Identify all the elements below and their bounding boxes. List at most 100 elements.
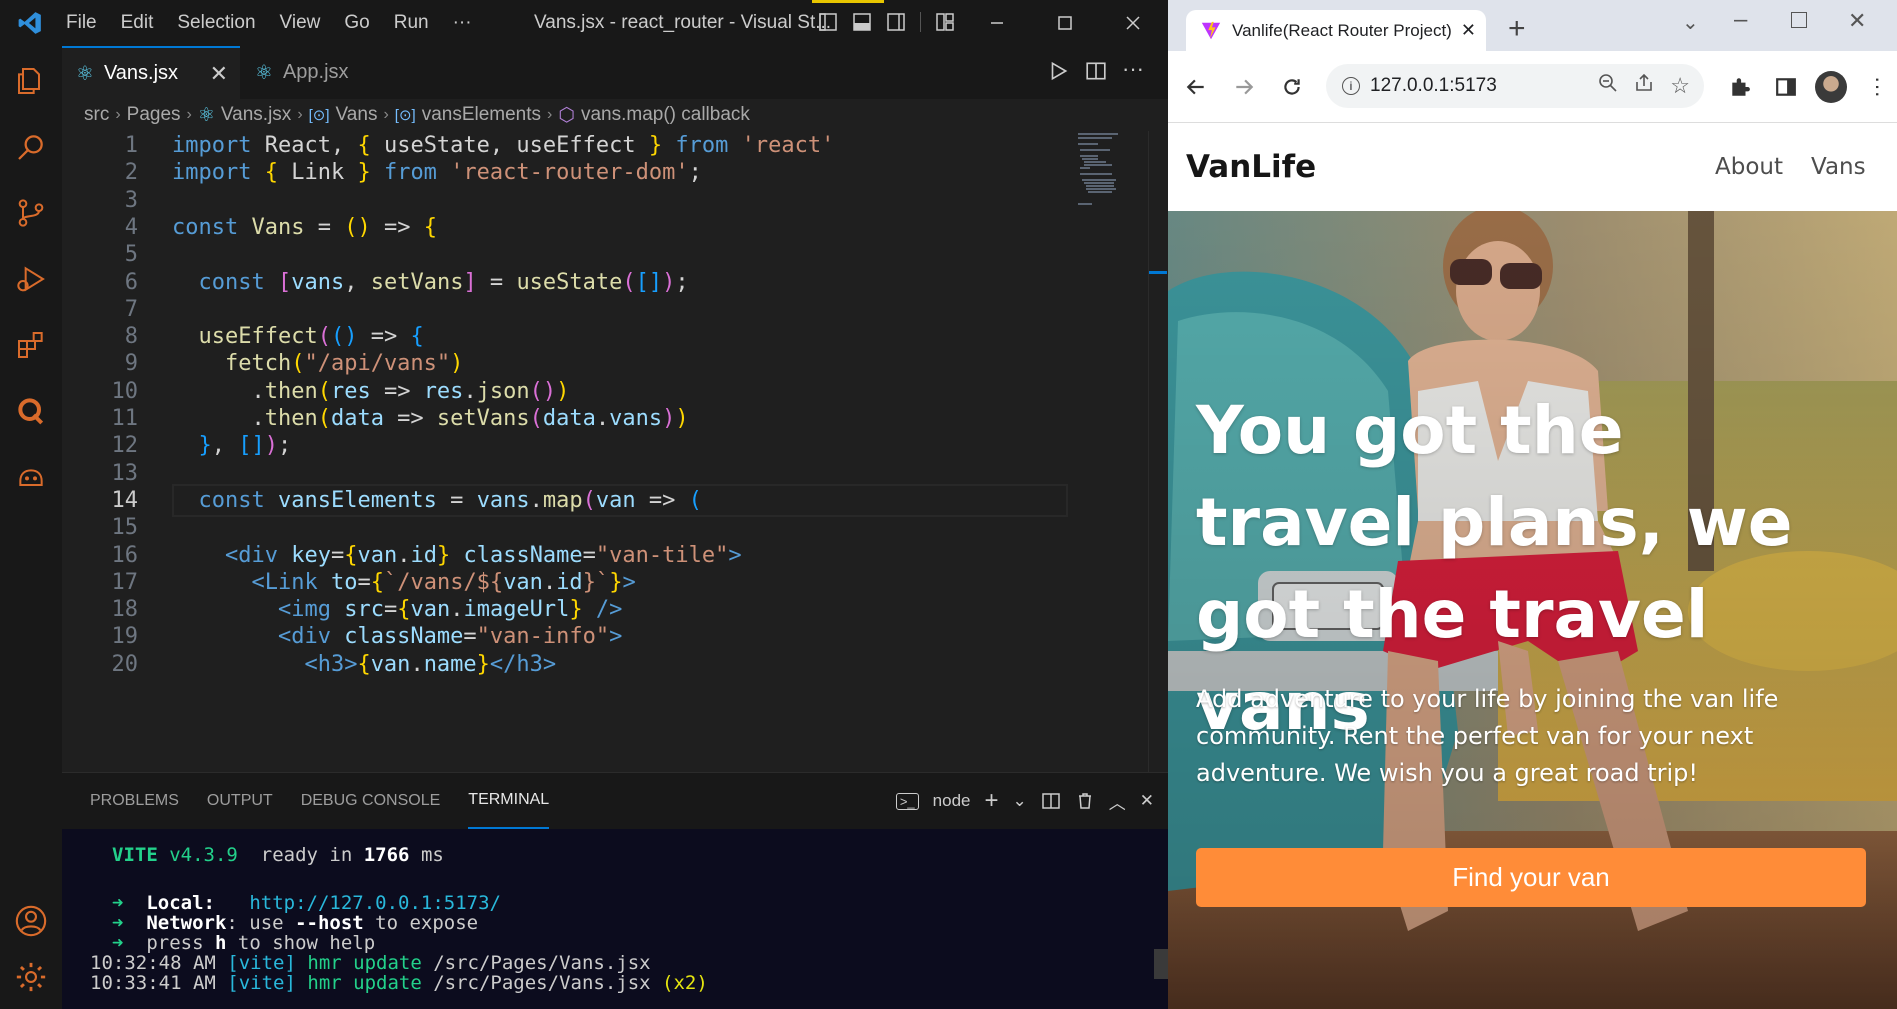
- customize-layout-icon[interactable]: [935, 12, 955, 32]
- browser-tab-title: Vanlife(React Router Project): [1232, 20, 1452, 40]
- browser-tab-vanlife[interactable]: Vanlife(React Router Project) ✕: [1186, 10, 1486, 51]
- menu-item-file[interactable]: File: [54, 0, 109, 46]
- menu-item-run[interactable]: Run: [382, 0, 441, 46]
- copilot-icon[interactable]: [8, 454, 54, 500]
- breadcrumb-item[interactable]: vansElements: [422, 104, 541, 126]
- profile-avatar[interactable]: [1811, 67, 1851, 107]
- settings-gear-icon[interactable]: [8, 954, 54, 1000]
- breadcrumb-item[interactable]: src: [84, 104, 109, 126]
- menu-item-go[interactable]: Go: [332, 0, 381, 46]
- code-token: =>: [370, 378, 424, 404]
- code-token: []: [238, 433, 265, 459]
- find-your-van-button[interactable]: Find your van: [1196, 848, 1866, 907]
- source-control-icon[interactable]: [8, 190, 54, 236]
- variable-icon: [⊙]: [308, 107, 330, 124]
- split-editor-icon[interactable]: [1085, 60, 1107, 87]
- tab-terminal[interactable]: TERMINAL: [468, 773, 550, 829]
- toggle-panel-icon[interactable]: [852, 12, 872, 32]
- tab-vans-jsx[interactable]: ⚛ Vans.jsx ✕: [62, 46, 240, 99]
- breadcrumb-item[interactable]: Pages: [127, 104, 181, 126]
- split-terminal-icon[interactable]: [1041, 791, 1061, 811]
- close-tab-icon[interactable]: ✕: [210, 61, 228, 87]
- search-icon[interactable]: [8, 124, 54, 170]
- bookmark-star-icon[interactable]: ☆: [1670, 73, 1690, 99]
- account-icon[interactable]: [8, 898, 54, 944]
- nav-link-about[interactable]: About: [1715, 154, 1783, 180]
- terminal-shell-label[interactable]: node: [933, 791, 971, 811]
- variable-icon: [⊙]: [394, 107, 416, 124]
- tab-output[interactable]: OUTPUT: [207, 773, 273, 829]
- address-bar[interactable]: i 127.0.0.1:5173 ☆: [1326, 64, 1704, 108]
- code-token: =>: [357, 324, 411, 350]
- chevron-up-icon[interactable]: ︿: [1109, 789, 1126, 814]
- breadcrumb-item[interactable]: vans.map() callback: [581, 104, 750, 126]
- code-token: van: [595, 487, 636, 513]
- share-icon[interactable]: [1634, 73, 1654, 99]
- breadcrumb: src › Pages › ⚛ Vans.jsx › [⊙] Vans › [⊙…: [62, 99, 1168, 131]
- minimize-button[interactable]: –: [1734, 6, 1747, 34]
- code-token: ): [662, 406, 676, 431]
- breadcrumb-item[interactable]: Vans: [336, 104, 378, 126]
- toggle-sidebar-icon[interactable]: [818, 12, 838, 32]
- chevron-down-icon[interactable]: ⌄: [1013, 791, 1027, 811]
- menu-item-edit[interactable]: Edit: [109, 0, 166, 46]
- code-token: }: [635, 133, 663, 158]
- side-panel-icon[interactable]: [1766, 67, 1806, 107]
- code-token: ): [556, 378, 570, 404]
- close-tab-icon[interactable]: ✕: [1461, 20, 1476, 41]
- chrome-menu-icon[interactable]: ···: [1858, 67, 1897, 107]
- terminal[interactable]: VITE v4.3.9 ready in 1766 ms ➜ Local: ht…: [62, 829, 1168, 1009]
- reload-icon[interactable]: [1272, 67, 1312, 107]
- run-debug-icon[interactable]: [8, 256, 54, 302]
- maximize-button[interactable]: [1791, 12, 1807, 28]
- close-window-button[interactable]: [1099, 0, 1167, 46]
- tab-search-icon[interactable]: ⌄: [1682, 10, 1699, 35]
- nav-link-vans[interactable]: Vans: [1811, 154, 1866, 180]
- close-panel-icon[interactable]: ✕: [1140, 791, 1154, 811]
- site-logo[interactable]: VanLife: [1186, 149, 1316, 185]
- breadcrumb-item[interactable]: Vans.jsx: [221, 104, 291, 126]
- minimize-button[interactable]: [963, 0, 1031, 46]
- code-token: 'react-router-dom': [450, 160, 689, 186]
- new-terminal-icon[interactable]: +: [984, 787, 998, 815]
- maximize-button[interactable]: [1031, 0, 1099, 46]
- menu-item-view[interactable]: View: [268, 0, 333, 46]
- quokka-icon[interactable]: [8, 388, 54, 434]
- code-token: id: [556, 569, 583, 595]
- more-actions-icon[interactable]: ···: [1122, 56, 1144, 82]
- extensions-icon[interactable]: [8, 322, 54, 368]
- tab-debug-console[interactable]: DEBUG CONSOLE: [301, 773, 441, 829]
- code-line[interactable]: 20 <h3>{van.name}</h3>: [62, 648, 1068, 681]
- code-token: src: [344, 597, 384, 623]
- explorer-icon[interactable]: [8, 58, 54, 104]
- new-tab-button[interactable]: +: [1508, 12, 1526, 46]
- more-menu-icon[interactable]: ···: [441, 0, 484, 46]
- code-token: }`: [582, 569, 610, 595]
- network-tail: to expose: [363, 912, 479, 934]
- back-arrow-icon[interactable]: [1176, 67, 1216, 107]
- zoom-icon[interactable]: [1598, 73, 1618, 99]
- code-token: .: [172, 406, 265, 431]
- extensions-puzzle-icon[interactable]: [1720, 67, 1760, 107]
- forward-arrow-icon[interactable]: [1224, 67, 1264, 107]
- tab-label: App.jsx: [282, 61, 349, 83]
- tab-problems[interactable]: PROBLEMS: [90, 773, 179, 829]
- code-token: vans: [476, 487, 530, 513]
- toggle-secondary-sidebar-icon[interactable]: [886, 12, 906, 32]
- code-token: =: [463, 624, 477, 650]
- tab-app-jsx[interactable]: ⚛ App.jsx: [241, 46, 411, 99]
- code-text: <h3>{van.name}</h3>: [172, 648, 556, 681]
- minimap[interactable]: [1068, 131, 1148, 772]
- run-file-icon[interactable]: [1047, 60, 1069, 87]
- editor-scrollbar[interactable]: [1148, 131, 1168, 772]
- close-window-button[interactable]: ✕: [1848, 8, 1866, 34]
- menu-item-selection[interactable]: Selection: [165, 0, 267, 46]
- trash-icon[interactable]: [1075, 791, 1095, 811]
- code-token: =: [330, 542, 345, 568]
- code-editor[interactable]: 1 import React, { useState, useEffect } f…: [62, 131, 1068, 772]
- code-token: []: [635, 269, 663, 295]
- terminal-scrollbar[interactable]: [1154, 949, 1168, 979]
- code-token: (: [529, 406, 543, 431]
- site-info-icon[interactable]: i: [1342, 77, 1360, 95]
